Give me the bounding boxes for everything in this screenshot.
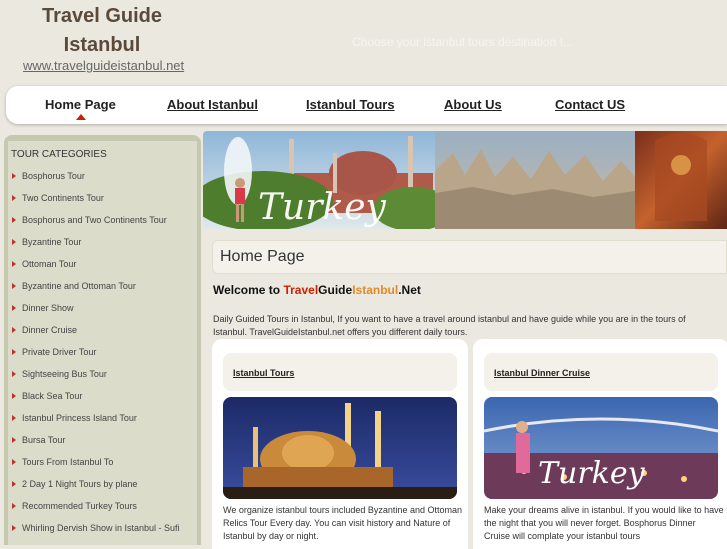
bullet-arrow-icon <box>12 459 16 465</box>
category-label: Dinner Show <box>22 303 74 313</box>
category-label: Byzantine and Ottoman Tour <box>22 281 136 291</box>
istanbul-dinner-cruise-link[interactable]: Istanbul Dinner Cruise <box>494 368 590 378</box>
category-bosphorus-tour[interactable]: Bosphorus Tour <box>10 165 200 187</box>
nav-contact-us[interactable]: Contact US <box>555 97 625 112</box>
category-bosphorus-two-continents-tour[interactable]: Bosphorus and Two Continents Tour <box>10 209 200 231</box>
blue-mosque-image[interactable] <box>223 397 457 499</box>
welcome-heading: Welcome to TravelGuideIstanbul.Net <box>213 283 421 297</box>
cruise-turkey-text: Turkey <box>538 456 646 491</box>
category-label: Private Driver Tour <box>22 347 97 357</box>
category-label: Ottoman Tour <box>22 259 77 269</box>
bullet-arrow-icon <box>12 349 16 355</box>
category-two-continents-tour[interactable]: Two Continents Tour <box>10 187 200 209</box>
istanbul-tours-description: We organize istanbul tours included Byza… <box>223 505 462 541</box>
dinner-cruise-image[interactable]: Turkey <box>484 397 718 499</box>
istanbul-tours-link[interactable]: Istanbul Tours <box>233 368 294 378</box>
category-ottoman-tour[interactable]: Ottoman Tour <box>10 253 200 275</box>
category-label: 2 Day 1 Night Tours by plane <box>22 479 138 489</box>
site-url-link[interactable]: www.travelguideistanbul.net <box>23 58 184 73</box>
welcome-prefix: Welcome to <box>213 283 284 297</box>
category-black-sea-tour[interactable]: Black Sea Tour <box>10 385 200 407</box>
category-label: Black Sea Tour <box>22 391 83 401</box>
welcome-travel: Travel <box>283 283 319 297</box>
bullet-arrow-icon <box>12 239 16 245</box>
bullet-arrow-icon <box>12 327 16 333</box>
category-label: Dinner Cruise <box>22 325 78 335</box>
dinner-cruise-card: Istanbul Dinner Cruise Turkey Make your … <box>473 339 727 549</box>
category-label: Sightseeing Bus Tour <box>22 369 107 379</box>
category-dinner-show[interactable]: Dinner Show <box>10 297 200 319</box>
page-heading-box: Home Page <box>212 240 727 274</box>
istanbul-tours-card: Istanbul Tours We organize istanbul tour… <box>212 339 468 549</box>
page-title: Home Page <box>220 248 305 265</box>
category-label: Tours From Istanbul To <box>22 457 114 467</box>
active-indicator-arrow-icon <box>76 114 86 120</box>
welcome-istanbul: Istanbul <box>352 283 399 297</box>
category-byzantine-tour[interactable]: Byzantine Tour <box>10 231 200 253</box>
intro-paragraph: Daily Guided Tours in Istanbul, If you w… <box>213 314 686 337</box>
bullet-arrow-icon <box>12 371 16 377</box>
bullet-arrow-icon <box>12 217 16 223</box>
bullet-arrow-icon <box>12 437 16 443</box>
tagline: Choose your istanbul tours destination !… <box>352 35 573 49</box>
tour-category-list: Bosphorus Tour Two Continents Tour Bosph… <box>10 165 200 539</box>
welcome-guide: Guide <box>318 283 353 297</box>
category-label: Istanbul Princess Island Tour <box>22 413 137 423</box>
category-bursa-tour[interactable]: Bursa Tour <box>10 429 200 451</box>
category-byzantine-ottoman-tour[interactable]: Byzantine and Ottoman Tour <box>10 275 200 297</box>
category-princess-island-tour[interactable]: Istanbul Princess Island Tour <box>10 407 200 429</box>
category-whirling-dervish-show[interactable]: Whirling Dervish Show in Istanbul - Sufi <box>10 517 200 539</box>
category-sightseeing-bus-tour[interactable]: Sightseeing Bus Tour <box>10 363 200 385</box>
category-label: Whirling Dervish Show in Istanbul - Sufi <box>22 523 180 533</box>
turkey-banner-image: Turkey <box>203 131 727 229</box>
category-label: Bursa Tour <box>22 435 66 445</box>
bullet-arrow-icon <box>12 305 16 311</box>
welcome-suffix: .Net <box>398 283 421 297</box>
nav-about-us[interactable]: About Us <box>444 97 502 112</box>
bullet-arrow-icon <box>12 261 16 267</box>
bullet-arrow-icon <box>12 173 16 179</box>
bullet-arrow-icon <box>12 481 16 487</box>
category-recommended-turkey-tours[interactable]: Recommended Turkey Tours <box>10 495 200 517</box>
sidebar-title: TOUR CATEGORIES <box>11 149 107 160</box>
banner-turkey-text: Turkey <box>258 187 387 228</box>
site-title: Travel Guide Istanbul <box>41 5 163 56</box>
category-label: Bosphorus Tour <box>22 171 85 181</box>
bullet-arrow-icon <box>12 525 16 531</box>
card-header: Istanbul Tours <box>223 353 457 391</box>
bullet-arrow-icon <box>12 393 16 399</box>
category-private-driver-tour[interactable]: Private Driver Tour <box>10 341 200 363</box>
card-header: Istanbul Dinner Cruise <box>484 353 718 391</box>
dinner-cruise-description: Make your dreams alive in istanbul. If y… <box>484 505 724 541</box>
category-label: Two Continents Tour <box>22 193 104 203</box>
category-dinner-cruise[interactable]: Dinner Cruise <box>10 319 200 341</box>
category-label: Recommended Turkey Tours <box>22 501 137 511</box>
bullet-arrow-icon <box>12 195 16 201</box>
category-label: Bosphorus and Two Continents Tour <box>22 215 167 225</box>
nav-about-istanbul[interactable]: About Istanbul <box>167 97 258 112</box>
category-2-day-tours[interactable]: 2 Day 1 Night Tours by plane <box>10 473 200 495</box>
main-nav: Home Page About Istanbul Istanbul Tours … <box>6 86 727 124</box>
category-label: Byzantine Tour <box>22 237 82 247</box>
nav-home-page[interactable]: Home Page <box>45 97 116 112</box>
category-tours-from-istanbul[interactable]: Tours From Istanbul To <box>10 451 200 473</box>
bullet-arrow-icon <box>12 415 16 421</box>
nav-istanbul-tours[interactable]: Istanbul Tours <box>306 97 395 112</box>
bullet-arrow-icon <box>12 283 16 289</box>
bullet-arrow-icon <box>12 503 16 509</box>
